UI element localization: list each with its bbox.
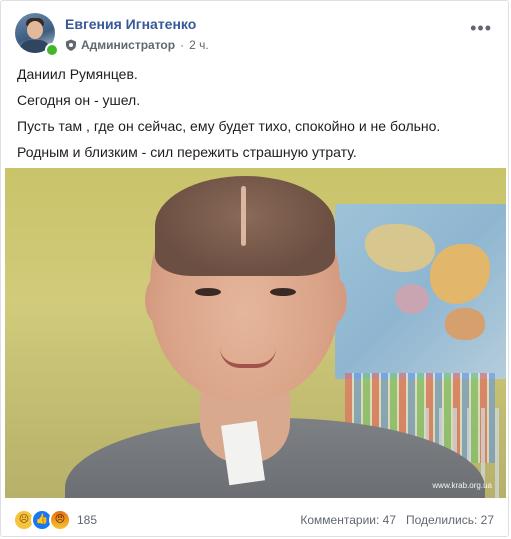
reactions-summary[interactable]: ☹ 👍 😠 185 (13, 509, 97, 531)
online-status-dot (45, 43, 59, 57)
shield-icon (66, 39, 76, 51)
post-meta: Администратор · 2 ч. (65, 38, 209, 52)
avatar-face (27, 21, 43, 39)
photo-scar (241, 186, 246, 246)
wall-map (335, 204, 506, 379)
more-options-icon[interactable]: ••• (470, 19, 492, 37)
admin-role-label[interactable]: Администратор (81, 38, 175, 52)
reaction-count[interactable]: 185 (77, 513, 97, 527)
angry-reaction-icon: 😠 (49, 509, 71, 531)
meta-separator: · (180, 38, 185, 52)
photo-eye-right (270, 288, 296, 296)
post-stats: Комментарии: 47 Поделились: 27 (300, 513, 494, 527)
post-photo[interactable]: www.krab.org.ua (5, 168, 506, 498)
post-card: Евгения Игнатенко Администратор · 2 ч. •… (0, 0, 509, 537)
comments-count-link[interactable]: Комментарии: 47 (300, 513, 396, 527)
photo-watermark: www.krab.org.ua (432, 481, 492, 490)
author-name[interactable]: Евгения Игнатенко (65, 16, 196, 32)
post-header: Евгения Игнатенко Администратор · 2 ч. •… (15, 13, 496, 59)
post-text-line: Родным и близким - сил пережить страшную… (17, 144, 357, 160)
post-footer: ☹ 👍 😠 185 Комментарии: 47 Поделились: 27 (13, 509, 494, 531)
photo-eye-left (195, 288, 221, 296)
post-text-line: Сегодня он - ушел. (17, 92, 141, 108)
post-text: Даниил Румянцев. Сегодня он - ушел. Пуст… (17, 65, 494, 169)
post-text-line: Даниил Румянцев. (17, 66, 138, 82)
post-timestamp[interactable]: 2 ч. (189, 38, 209, 52)
shares-count-link[interactable]: Поделились: 27 (406, 513, 494, 527)
post-text-line: Пусть там , где он сейчас, ему будет тих… (17, 118, 441, 134)
